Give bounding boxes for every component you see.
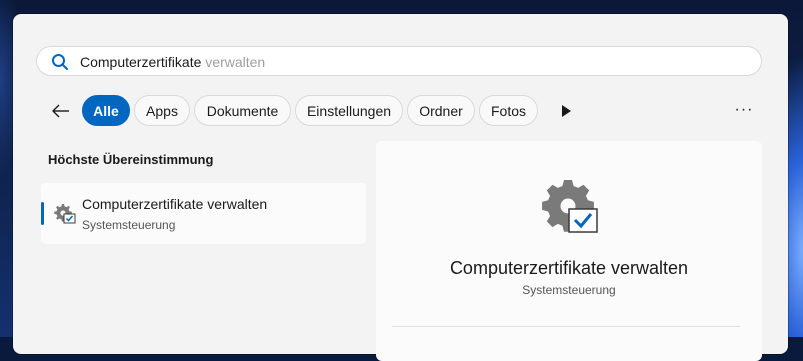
best-match-result[interactable]: Computerzertifikate verwalten Systemsteu… xyxy=(41,183,366,244)
divider xyxy=(392,326,740,327)
result-subtitle: Systemsteuerung xyxy=(82,218,176,232)
more-options-label: ··· xyxy=(734,101,754,118)
detail-subtitle: Systemsteuerung xyxy=(522,283,616,297)
filter-tab-fotos[interactable]: Fotos xyxy=(479,95,538,126)
more-options-button[interactable]: ··· xyxy=(732,100,756,120)
filter-tab-ordner[interactable]: Ordner xyxy=(407,95,475,126)
play-icon[interactable] xyxy=(558,103,574,119)
search-box[interactable]: Computerzertifikate verwalten xyxy=(36,46,762,76)
selection-indicator xyxy=(41,202,44,225)
section-title-best-match: Höchste Übereinstimmung xyxy=(48,152,214,167)
filter-tab-label: Einstellungen xyxy=(306,102,392,119)
result-title: Computerzertifikate verwalten xyxy=(82,196,268,212)
filter-tab-dokumente[interactable]: Dokumente xyxy=(194,95,291,126)
search-suggestion-text: verwalten xyxy=(201,54,266,70)
detail-title: Computerzertifikate verwalten xyxy=(449,258,689,278)
filter-tab-label: Apps xyxy=(146,102,178,119)
filter-tab-label: Ordner xyxy=(419,102,463,119)
filter-tab-label: Fotos xyxy=(490,102,526,119)
back-button[interactable] xyxy=(47,97,75,125)
search-icon xyxy=(52,54,68,70)
certificate-gear-icon xyxy=(542,180,598,233)
search-typed-text: Computerzertifikate xyxy=(80,54,202,70)
certificate-gear-icon xyxy=(54,204,76,224)
detail-pane: Computerzertifikate verwalten Systemsteu… xyxy=(376,141,762,361)
filter-tab-label: Alle xyxy=(93,102,119,119)
filter-tab-apps[interactable]: Apps xyxy=(134,95,190,126)
filter-tab-alle[interactable]: Alle xyxy=(82,95,130,126)
filter-tab-einstellungen[interactable]: Einstellungen xyxy=(295,95,403,126)
filter-tab-label: Dokumente xyxy=(206,102,279,119)
search-input[interactable]: Computerzertifikate verwalten xyxy=(80,54,265,70)
arrow-left-icon xyxy=(52,104,69,118)
